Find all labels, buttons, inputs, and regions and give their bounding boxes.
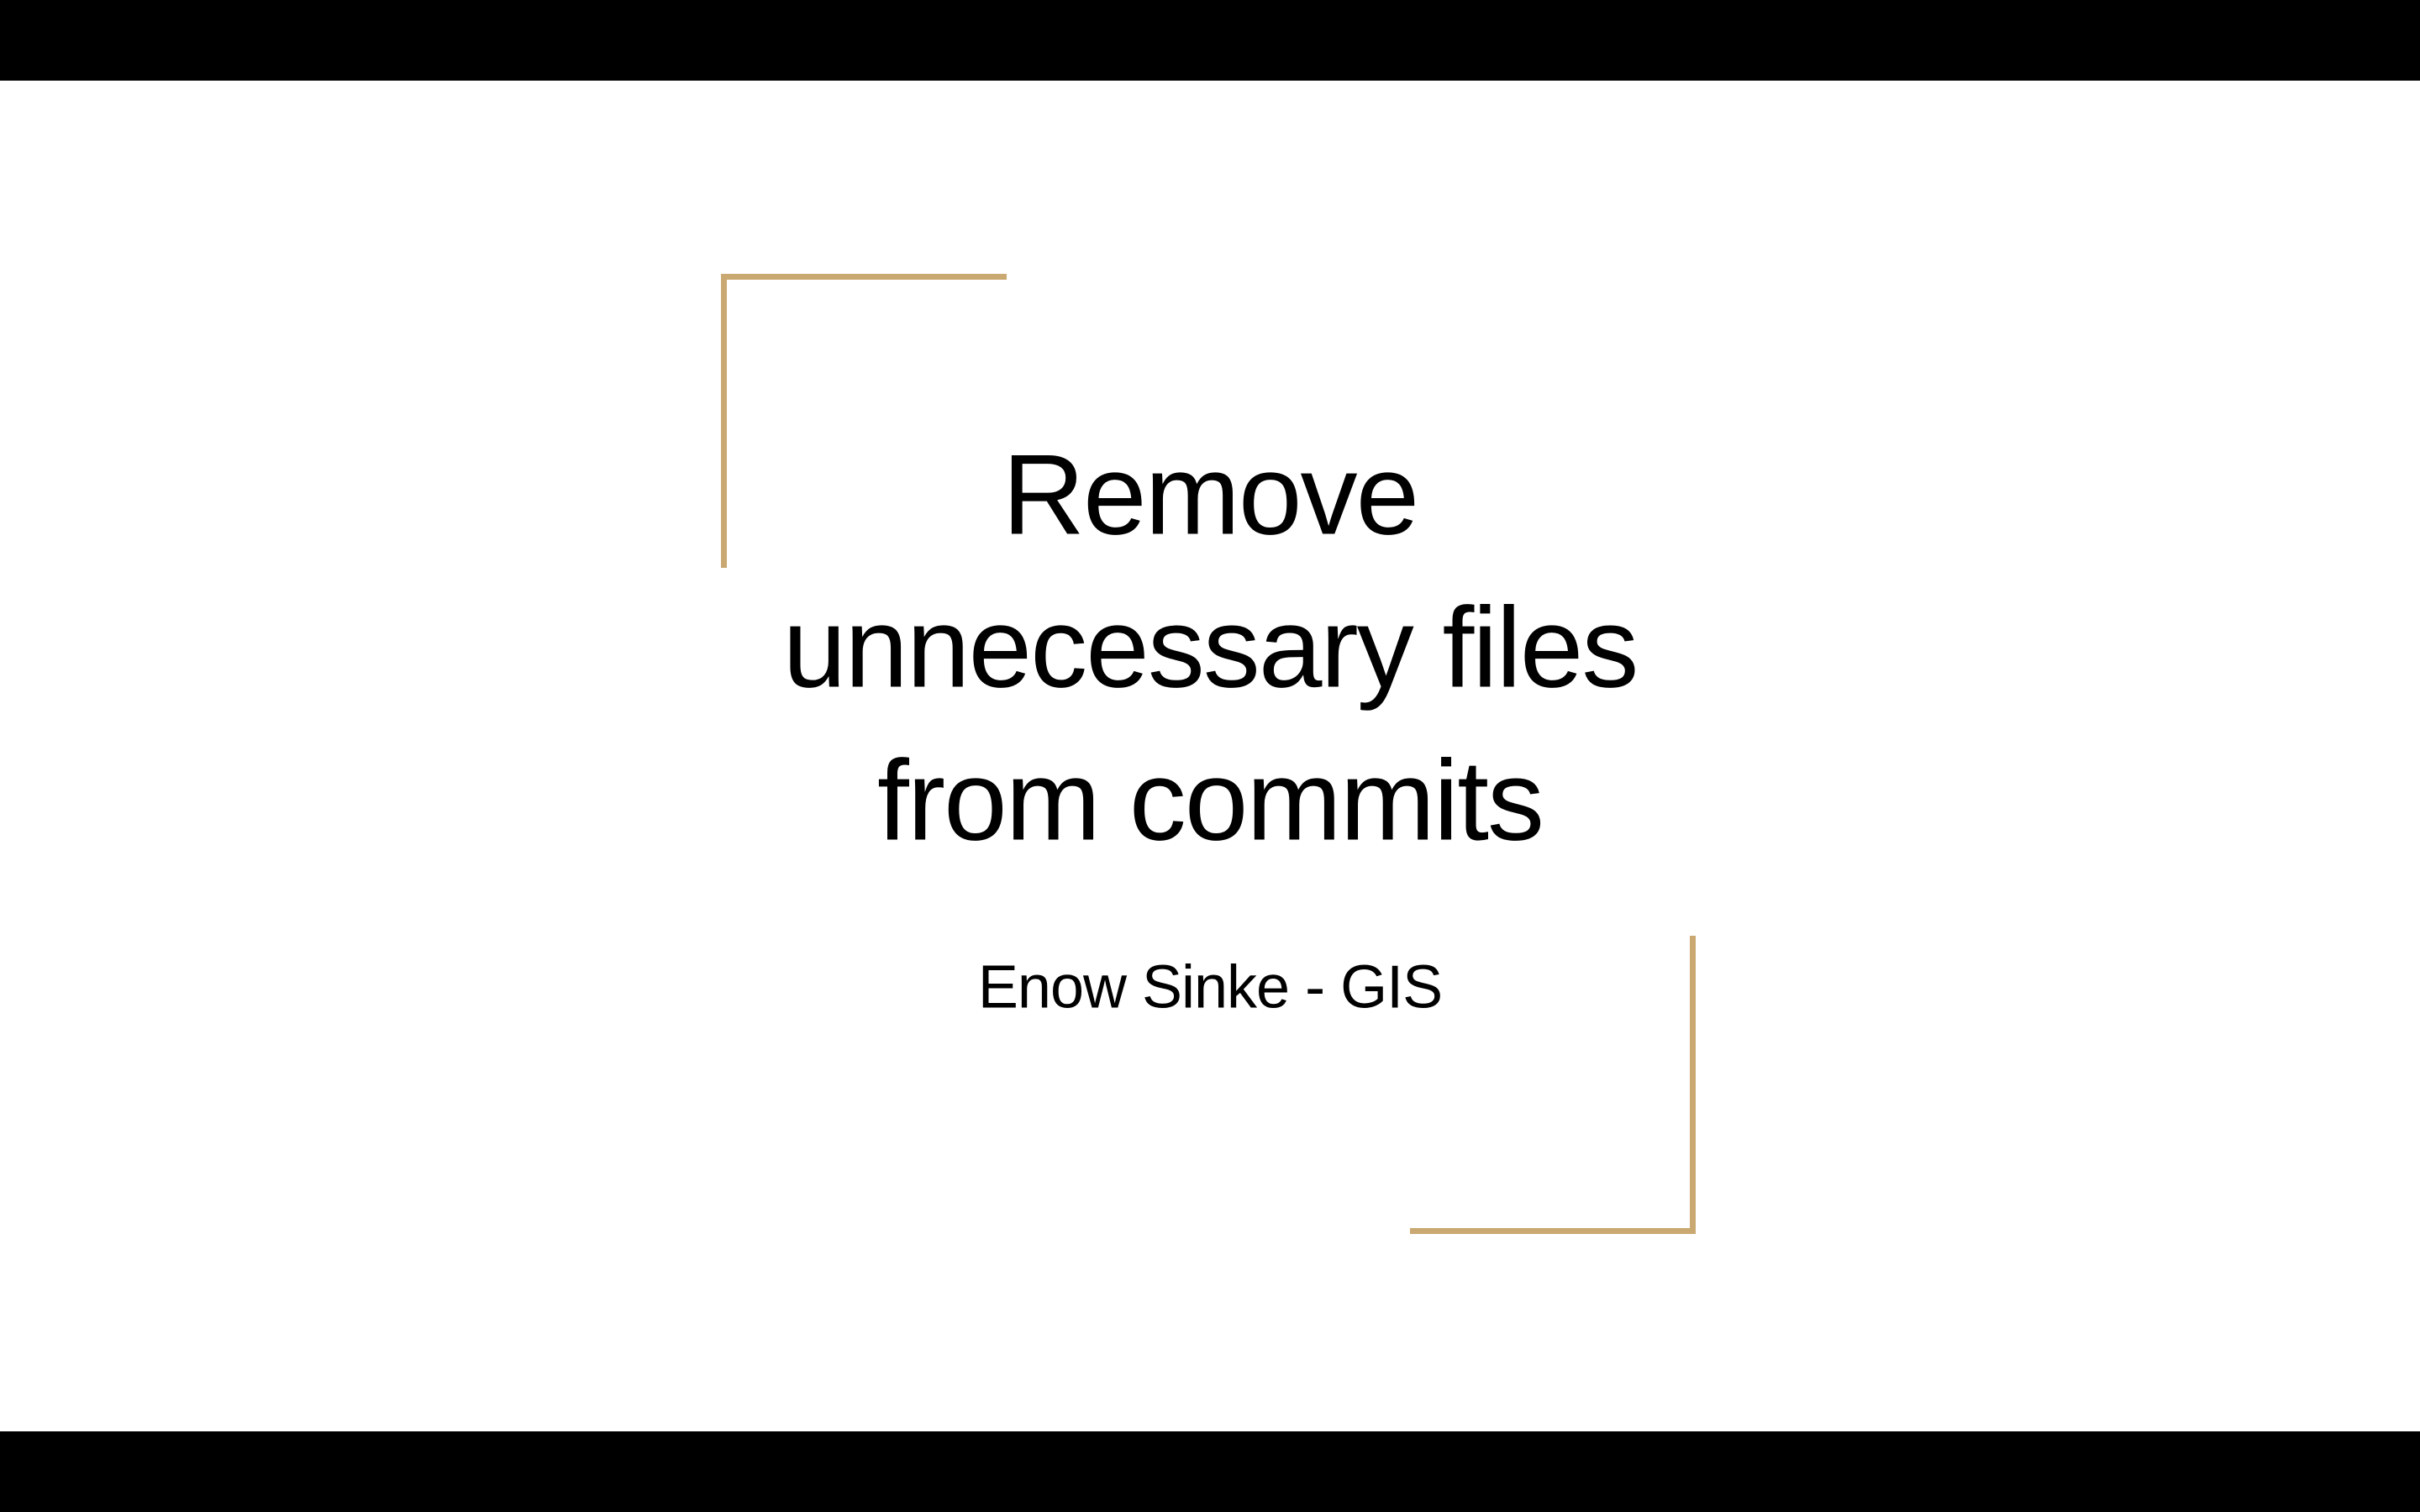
slide-title: Remove unnecessary files from commits [0,418,2420,878]
presentation-slide: Remove unnecessary files from commits En… [0,81,2420,1431]
slide-subtitle: Enow Sinke - GIS [0,953,2420,1021]
title-line-2: unnecessary files [0,571,2420,724]
title-line-1: Remove [0,418,2420,571]
title-line-3: from commits [0,724,2420,877]
slide-content: Remove unnecessary files from commits En… [0,418,2420,1022]
